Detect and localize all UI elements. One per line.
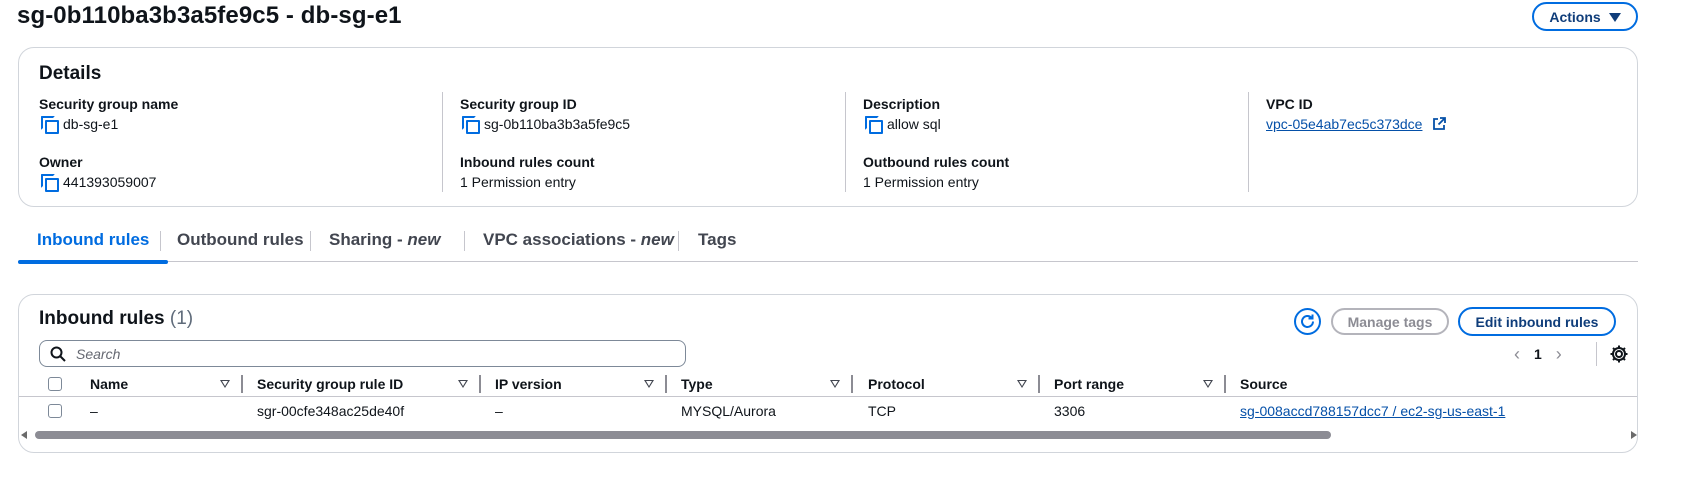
cell-protocol: TCP bbox=[868, 403, 896, 419]
manage-tags-button[interactable]: Manage tags bbox=[1331, 308, 1449, 335]
caret-down-icon bbox=[1608, 13, 1621, 22]
outbound-count-value: 1 Permission entry bbox=[863, 174, 979, 190]
copy-icon[interactable] bbox=[462, 116, 480, 134]
scroll-left-arrow[interactable] bbox=[21, 431, 27, 439]
details-column-4: VPC ID vpc-05e4ab7ec5c373dce bbox=[1248, 92, 1628, 192]
pagination-divider bbox=[1596, 342, 1597, 366]
column-header-ip-version[interactable]: IP version bbox=[495, 371, 562, 397]
sg-name-value: db-sg-e1 bbox=[63, 116, 119, 132]
sort-icon[interactable] bbox=[458, 380, 468, 388]
horizontal-scrollbar[interactable] bbox=[19, 428, 1637, 442]
column-header-type[interactable]: Type bbox=[681, 371, 713, 397]
edit-inbound-rules-button[interactable]: Edit inbound rules bbox=[1458, 307, 1616, 336]
tab-label: Inbound rules bbox=[37, 230, 150, 249]
rules-count: (1) bbox=[169, 308, 194, 329]
details-column-1: Security group name db-sg-e1 Owner 44139… bbox=[39, 92, 419, 192]
external-link-icon[interactable] bbox=[1432, 117, 1447, 131]
search-box[interactable] bbox=[39, 340, 686, 367]
tab-label: Sharing - bbox=[329, 230, 408, 249]
tab-vpc-associations[interactable]: VPC associations - new bbox=[464, 226, 693, 262]
rules-heading-text: Inbound rules bbox=[39, 308, 165, 329]
page-title: sg-0b110ba3b3a5fe9c5 - db-sg-e1 bbox=[17, 2, 402, 29]
refresh-icon bbox=[1301, 314, 1314, 328]
search-icon bbox=[50, 346, 66, 362]
scrollbar-thumb[interactable] bbox=[35, 431, 1331, 439]
select-all-checkbox[interactable] bbox=[48, 377, 62, 391]
column-header-port-range[interactable]: Port range bbox=[1054, 371, 1124, 397]
tab-sharing[interactable]: Sharing - new bbox=[310, 226, 459, 262]
column-resizer[interactable] bbox=[851, 375, 853, 393]
details-heading: Details bbox=[39, 63, 102, 84]
table-row[interactable]: – sgr-00cfe348ac25de40f – MYSQL/Aurora T… bbox=[19, 397, 1637, 425]
sg-id-label: Security group ID bbox=[460, 96, 577, 112]
cell-port-range: 3306 bbox=[1054, 403, 1086, 419]
cell-source-link[interactable]: sg-008accd788157dcc7 / ec2-sg-us-east-1 bbox=[1240, 397, 1505, 425]
chevron-left-icon[interactable]: ‹ bbox=[1514, 344, 1520, 365]
sg-name-label: Security group name bbox=[39, 96, 179, 112]
cell-name: – bbox=[90, 403, 98, 419]
column-resizer[interactable] bbox=[1224, 375, 1226, 393]
column-header-rule-id[interactable]: Security group rule ID bbox=[257, 371, 403, 397]
tab-label: Tags bbox=[698, 230, 737, 249]
cell-type: MYSQL/Aurora bbox=[681, 403, 776, 419]
copy-icon[interactable] bbox=[41, 174, 59, 192]
outbound-count-label: Outbound rules count bbox=[863, 154, 1010, 170]
column-header-protocol[interactable]: Protocol bbox=[868, 371, 925, 397]
details-column-3: Description allow sql Outbound rules cou… bbox=[845, 92, 1225, 192]
pagination: ‹ 1 › bbox=[1514, 340, 1562, 368]
column-header-source[interactable]: Source bbox=[1240, 371, 1287, 397]
description-label: Description bbox=[863, 96, 941, 112]
inbound-rules-panel: Inbound rules (1) Manage tags Edit inbou… bbox=[18, 294, 1638, 453]
vpc-id-label: VPC ID bbox=[1266, 96, 1313, 112]
gear-icon[interactable] bbox=[1609, 344, 1629, 364]
column-resizer[interactable] bbox=[479, 375, 481, 393]
copy-icon[interactable] bbox=[41, 116, 59, 134]
sort-icon[interactable] bbox=[830, 380, 840, 388]
description-value: allow sql bbox=[887, 116, 941, 132]
sort-icon[interactable] bbox=[1017, 380, 1027, 388]
inbound-count-label: Inbound rules count bbox=[460, 154, 595, 170]
vpc-id-link[interactable]: vpc-05e4ab7ec5c373dce bbox=[1266, 114, 1422, 134]
column-resizer[interactable] bbox=[665, 375, 667, 393]
cell-ip-version: – bbox=[495, 403, 503, 419]
tab-tags[interactable]: Tags bbox=[679, 226, 755, 262]
copy-icon[interactable] bbox=[865, 116, 883, 134]
page-number[interactable]: 1 bbox=[1534, 346, 1542, 362]
tab-inbound-rules[interactable]: Inbound rules bbox=[18, 226, 169, 264]
actions-button-label: Actions bbox=[1549, 8, 1601, 25]
column-header-name[interactable]: Name bbox=[90, 371, 128, 397]
column-resizer[interactable] bbox=[241, 375, 243, 393]
sort-icon[interactable] bbox=[1203, 380, 1213, 388]
owner-label: Owner bbox=[39, 154, 83, 170]
cell-rule-id: sgr-00cfe348ac25de40f bbox=[257, 403, 405, 419]
details-panel: Details Security group name db-sg-e1 Own… bbox=[18, 47, 1638, 207]
tab-new-badge: new bbox=[640, 230, 674, 249]
scroll-right-arrow[interactable] bbox=[1631, 431, 1637, 439]
actions-button[interactable]: Actions bbox=[1532, 2, 1638, 31]
refresh-button[interactable] bbox=[1294, 308, 1321, 335]
tab-outbound-rules[interactable]: Outbound rules bbox=[158, 226, 323, 262]
tab-label: Outbound rules bbox=[177, 230, 304, 249]
tab-bar: Inbound rules Outbound rules Sharing - n… bbox=[18, 226, 1638, 264]
details-column-2: Security group ID sg-0b110ba3b3a5fe9c5 I… bbox=[442, 92, 822, 192]
owner-value: 441393059007 bbox=[63, 174, 157, 190]
tab-new-badge: new bbox=[407, 230, 441, 249]
inbound-count-value: 1 Permission entry bbox=[460, 174, 576, 190]
rules-heading: Inbound rules (1) bbox=[39, 307, 193, 331]
tab-label: VPC associations - bbox=[483, 230, 641, 249]
sort-icon[interactable] bbox=[220, 380, 230, 388]
table-header: Name Security group rule ID IP version T… bbox=[19, 371, 1637, 397]
row-checkbox[interactable] bbox=[48, 404, 62, 418]
sg-id-value: sg-0b110ba3b3a5fe9c5 bbox=[484, 116, 631, 132]
chevron-right-icon[interactable]: › bbox=[1556, 344, 1562, 365]
sort-icon[interactable] bbox=[644, 380, 654, 388]
column-resizer[interactable] bbox=[1038, 375, 1040, 393]
search-input[interactable] bbox=[74, 344, 654, 363]
